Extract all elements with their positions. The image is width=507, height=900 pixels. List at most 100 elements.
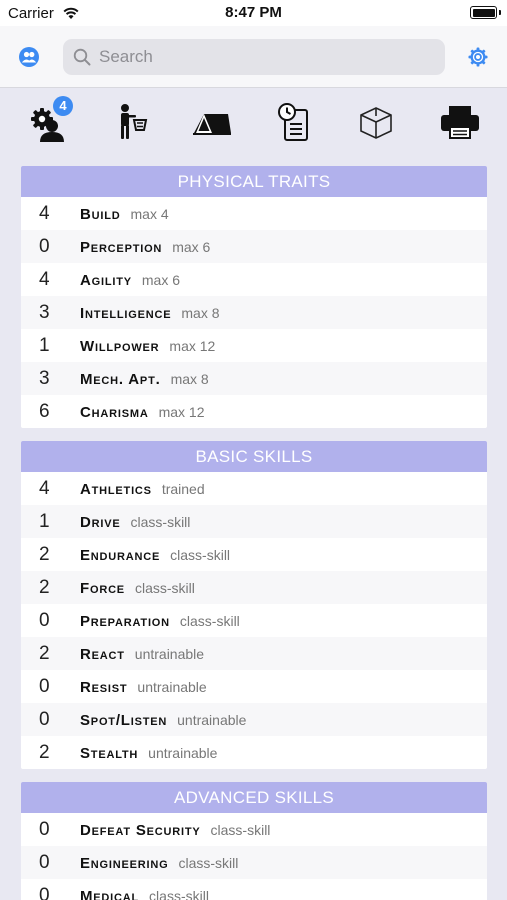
- list-item[interactable]: 0 Medical class-skill: [21, 879, 487, 900]
- item-name: Endurance class-skill: [80, 547, 231, 564]
- item-value: 2: [39, 544, 50, 565]
- status-bar: Carrier 8:47 PM: [0, 0, 507, 26]
- item-value: 0: [39, 676, 50, 697]
- list-item[interactable]: 0 Preparation class-skill: [21, 604, 487, 637]
- section-header: BASIC SKILLS: [21, 441, 487, 472]
- item-value: 2: [39, 742, 50, 763]
- section-header: PHYSICAL TRAITS: [21, 166, 487, 197]
- search-input[interactable]: [99, 39, 429, 75]
- item-name: Build max 4: [80, 206, 169, 223]
- list-item[interactable]: 2 React untrainable: [21, 637, 487, 670]
- item-value: 0: [39, 236, 50, 257]
- item-value: 3: [39, 302, 50, 323]
- clock-document-icon[interactable]: [272, 100, 316, 144]
- box-icon[interactable]: [354, 100, 398, 144]
- list-item[interactable]: 4 Athletics trained: [21, 472, 487, 505]
- tent-icon[interactable]: [190, 100, 234, 144]
- item-name: Willpower max 12: [80, 338, 216, 355]
- status-time: 8:47 PM: [225, 4, 282, 21]
- item-name: Mech. Apt. max 8: [80, 371, 209, 388]
- advanced-skills-section: ADVANCED SKILLS 0 Defeat Security class-sk…: [21, 782, 487, 900]
- item-value: 0: [39, 610, 50, 631]
- item-note: class-skill: [210, 822, 271, 838]
- item-value: 2: [39, 577, 50, 598]
- item-name: Charisma max 12: [80, 404, 205, 421]
- item-value: 0: [39, 885, 50, 900]
- list-item[interactable]: 0 Defeat Security class-skill: [21, 813, 487, 846]
- list-item[interactable]: 3 Mech. Apt. max 8: [21, 362, 487, 395]
- item-note: untrainable: [148, 745, 218, 761]
- party-icon[interactable]: [18, 46, 40, 68]
- item-value: 4: [39, 269, 50, 290]
- item-note: untrainable: [177, 712, 247, 728]
- item-name: Stealth untrainable: [80, 745, 218, 762]
- shopping-person-icon[interactable]: [108, 100, 152, 144]
- gear-icon[interactable]: [467, 46, 489, 68]
- list-item[interactable]: 2 Stealth untrainable: [21, 736, 487, 769]
- list-item[interactable]: 0 Spot/Listen untrainable: [21, 703, 487, 736]
- item-value: 2: [39, 643, 50, 664]
- item-name: Force class-skill: [80, 580, 195, 597]
- list-item[interactable]: 2 Endurance class-skill: [21, 538, 487, 571]
- list-item[interactable]: 3 Intelligence max 8: [21, 296, 487, 329]
- item-note: max 4: [130, 206, 169, 222]
- item-note: max 12: [158, 404, 205, 420]
- search-bar[interactable]: [63, 39, 445, 75]
- item-note: class-skill: [134, 580, 195, 596]
- list-item[interactable]: 0 Engineering class-skill: [21, 846, 487, 879]
- item-value: 4: [39, 203, 50, 224]
- physical-traits-section: PHYSICAL TRAITS 4 Build max 4 0 Perception m…: [21, 166, 487, 428]
- item-value: 1: [39, 335, 50, 356]
- character-gear-icon[interactable]: 4: [26, 96, 73, 144]
- item-note: class-skill: [130, 514, 191, 530]
- item-note: untrainable: [137, 679, 207, 695]
- item-name: Intelligence max 8: [80, 305, 220, 322]
- item-name: Perception max 6: [80, 239, 211, 256]
- item-note: class-skill: [178, 855, 239, 871]
- list-item[interactable]: 4 Agility max 6: [21, 263, 487, 296]
- notification-badge: 4: [53, 96, 73, 116]
- list-item[interactable]: 6 Charisma max 12: [21, 395, 487, 428]
- list-item[interactable]: 2 Force class-skill: [21, 571, 487, 604]
- item-value: 4: [39, 478, 50, 499]
- item-value: 0: [39, 709, 50, 730]
- navigation-bar: [0, 26, 507, 88]
- item-value: 3: [39, 368, 50, 389]
- item-name: Medical class-skill: [80, 888, 209, 900]
- item-name: Engineering class-skill: [80, 855, 239, 872]
- item-note: class-skill: [179, 613, 240, 629]
- item-name: Preparation class-skill: [80, 613, 240, 630]
- item-note: max 8: [181, 305, 220, 321]
- item-name: Resist untrainable: [80, 679, 207, 696]
- item-note: max 8: [170, 371, 209, 387]
- list-item[interactable]: 1 Willpower max 12: [21, 329, 487, 362]
- basic-skills-section: BASIC SKILLS 4 Athletics trained 1 Drive cla…: [21, 441, 487, 769]
- list-item[interactable]: 0 Perception max 6: [21, 230, 487, 263]
- printer-icon[interactable]: [438, 100, 482, 144]
- battery-tip: [499, 10, 501, 15]
- item-note: untrainable: [134, 646, 205, 662]
- list-item[interactable]: 0 Resist untrainable: [21, 670, 487, 703]
- item-note: max 12: [169, 338, 216, 354]
- battery-icon: [470, 6, 497, 19]
- search-icon: [73, 48, 91, 71]
- item-name: Spot/Listen untrainable: [80, 712, 247, 729]
- list-item[interactable]: 1 Drive class-skill: [21, 505, 487, 538]
- item-note: max 6: [172, 239, 211, 255]
- item-value: 6: [39, 401, 50, 422]
- item-name: Agility max 6: [80, 272, 181, 289]
- item-name: React untrainable: [80, 646, 205, 663]
- list-item[interactable]: 4 Build max 4: [21, 197, 487, 230]
- item-name: Athletics trained: [80, 481, 205, 498]
- item-note: trained: [161, 481, 205, 497]
- item-note: max 6: [141, 272, 181, 288]
- item-value: 0: [39, 819, 50, 840]
- section-header: ADVANCED SKILLS: [21, 782, 487, 813]
- toolbar: 4: [0, 96, 507, 154]
- item-value: 1: [39, 511, 50, 532]
- item-note: class-skill: [149, 888, 209, 900]
- item-name: Defeat Security class-skill: [80, 822, 271, 839]
- item-value: 0: [39, 852, 50, 873]
- item-note: class-skill: [170, 547, 231, 563]
- item-name: Drive class-skill: [80, 514, 191, 531]
